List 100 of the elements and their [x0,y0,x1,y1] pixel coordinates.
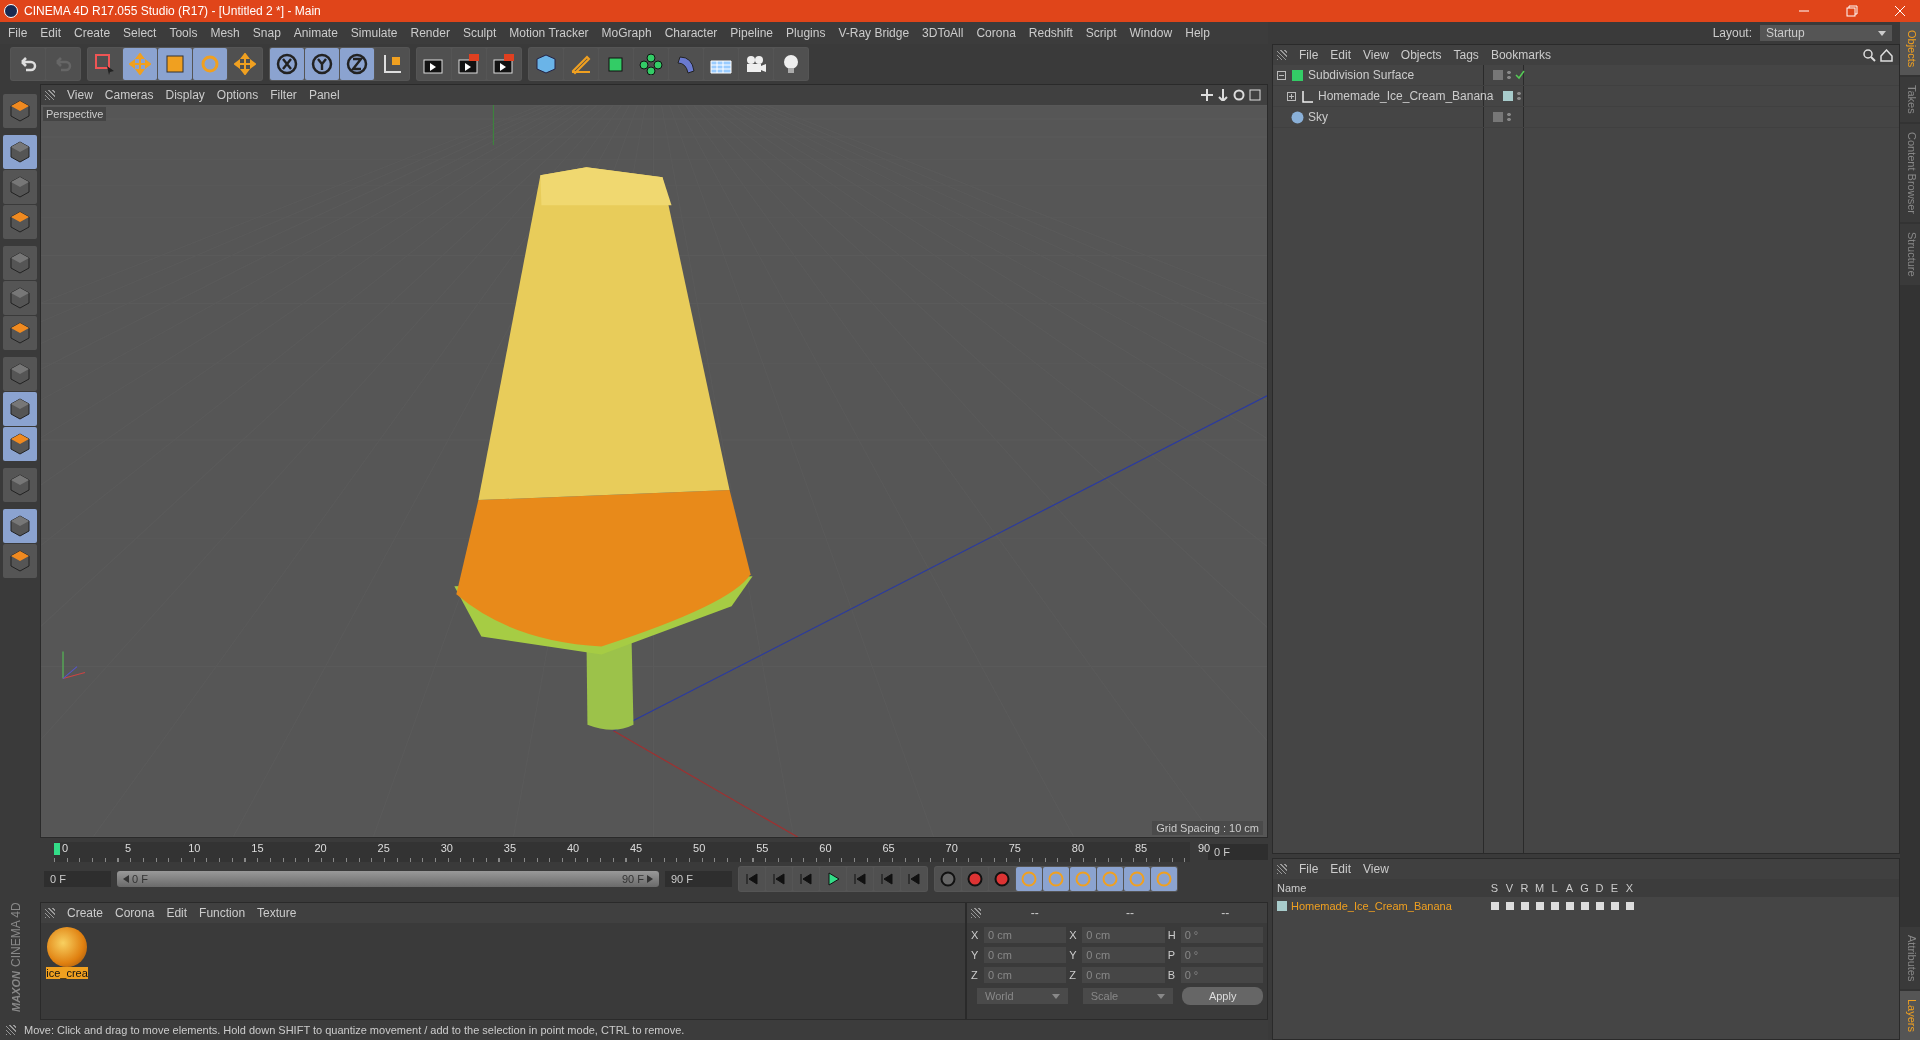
objects-menu-item[interactable]: Tags [1453,48,1479,62]
close-icon[interactable] [1894,5,1906,17]
light-icon[interactable] [774,48,808,80]
material-item[interactable]: ice_crea [45,927,89,979]
menu-item[interactable]: 3DToAll [922,26,964,40]
search-icon[interactable] [1863,48,1876,62]
move-icon[interactable] [228,48,262,80]
start-frame-field[interactable]: 0 F [44,871,111,887]
menu-item[interactable]: Simulate [350,26,398,40]
camera-icon[interactable] [739,48,773,80]
object-row[interactable]: Sky [1273,107,1899,128]
panel-grip-icon[interactable] [1277,864,1287,874]
subdivision-icon[interactable] [599,48,633,80]
coordinate-system-icon[interactable] [375,48,409,80]
restore-icon[interactable] [1846,5,1858,17]
material-menu-item[interactable]: Edit [166,906,188,920]
menu-item[interactable]: Tools [169,26,198,40]
visibility-dots-icon[interactable] [1517,91,1521,101]
menu-item[interactable]: Corona [976,26,1016,40]
render-settings-icon[interactable] [487,48,521,80]
object-row[interactable]: Subdivision Surface [1273,65,1899,86]
viewport-menu-item[interactable]: Cameras [104,88,154,102]
apply-button[interactable]: Apply [1182,987,1263,1005]
viewport-menu-item[interactable]: Panel [308,88,340,102]
menu-item[interactable]: Redshift [1028,26,1073,40]
pen-icon[interactable] [564,48,598,80]
material-menu-item[interactable]: Create [67,906,104,920]
first-frame-icon[interactable] [739,867,765,891]
pan-icon[interactable] [1201,89,1213,101]
object-row[interactable]: Homemade_Ice_Cream_Banana [1273,86,1899,107]
visibility-dots-icon[interactable] [1507,70,1511,80]
scale-icon[interactable] [158,48,192,80]
viewport-menu-item[interactable]: Display [165,88,205,102]
panel-grip-icon[interactable] [45,908,55,918]
menu-item[interactable]: Edit [40,26,62,40]
layer-color-swatch[interactable] [1277,901,1287,911]
material-menu-item[interactable]: Texture [257,906,297,920]
material-menu-item[interactable]: Corona [115,906,155,920]
undo-icon[interactable] [11,48,45,80]
menu-item[interactable]: File [8,26,28,40]
expand-toggle-icon[interactable] [1287,91,1297,101]
checkmark-icon[interactable] [1515,70,1525,80]
menu-item[interactable]: Animate [293,26,338,40]
objects-menu-item[interactable]: View [1363,48,1389,62]
menu-item[interactable]: Plugins [786,26,826,40]
menu-item[interactable]: MoGraph [601,26,652,40]
z-axis-icon[interactable] [340,48,374,80]
record-icon[interactable] [962,867,988,891]
maximize-view-icon[interactable] [1249,89,1261,101]
x-axis-icon[interactable] [270,48,304,80]
frame-range-slider[interactable]: 0 F 90 F [117,871,659,887]
render-picture-viewer-icon[interactable] [452,48,486,80]
layer-row[interactable]: Homemade_Ice_Cream_Banana [1273,897,1899,915]
objects-menu-item[interactable]: Bookmarks [1490,48,1551,62]
dolly-icon[interactable] [1217,89,1229,101]
objects-menu-item[interactable]: Objects [1400,48,1442,62]
menu-item[interactable]: Pipeline [730,26,774,40]
orbit-icon[interactable] [1233,89,1245,101]
panel-grip-icon[interactable] [971,908,981,918]
menu-item[interactable]: Snap [252,26,281,40]
layout-dropdown[interactable]: Startup [1760,25,1892,41]
y-axis-icon[interactable] [305,48,339,80]
menu-item[interactable]: Character [664,26,718,40]
menu-item[interactable]: Mesh [210,26,240,40]
menu-item[interactable]: V-Ray Bridge [838,26,910,40]
viewport-menu-item[interactable]: Options [216,88,259,102]
right-arrow-icon[interactable] [647,875,653,883]
menu-item[interactable]: Select [123,26,157,40]
panel-grip-icon[interactable] [1277,50,1287,60]
side-tab[interactable]: Layers [1900,990,1920,1040]
render-view-icon[interactable] [417,48,451,80]
layers-menu-item[interactable]: File [1299,862,1319,876]
collapse-toggle-icon[interactable] [1277,70,1287,80]
viewport-menu-item[interactable]: View [67,88,93,102]
menu-item[interactable]: Window [1129,26,1173,40]
cloner-icon[interactable] [634,48,668,80]
objects-menu-item[interactable]: File [1299,48,1319,62]
3d-viewport[interactable]: Perspective Grid Spacing : 10 cm [41,105,1267,837]
material-menu-item[interactable]: Function [199,906,246,920]
autokey-icon[interactable] [989,867,1015,891]
home-icon[interactable] [1880,48,1893,62]
menu-item[interactable]: Script [1085,26,1117,40]
menu-item[interactable]: Help [1185,26,1210,40]
panel-grip-icon[interactable] [45,90,55,100]
selection-icon[interactable] [88,48,122,80]
floor-icon[interactable] [704,48,738,80]
side-tab[interactable]: Objects [1900,22,1920,76]
panel-grip-icon[interactable] [6,1025,16,1035]
layer-color-swatch[interactable] [1503,91,1513,101]
menu-item[interactable]: Motion Tracker [509,26,589,40]
viewport-menu-item[interactable]: Filter [270,88,297,102]
visibility-dots-icon[interactable] [1507,112,1511,122]
menu-item[interactable]: Render [410,26,450,40]
menu-item[interactable]: Sculpt [462,26,497,40]
objects-menu-item[interactable]: Edit [1330,48,1352,62]
layers-menu-item[interactable]: Edit [1330,862,1352,876]
layers-menu-item[interactable]: View [1363,862,1389,876]
cube-icon[interactable] [529,48,563,80]
left-arrow-icon[interactable] [123,875,129,883]
menu-item[interactable]: Create [74,26,111,40]
